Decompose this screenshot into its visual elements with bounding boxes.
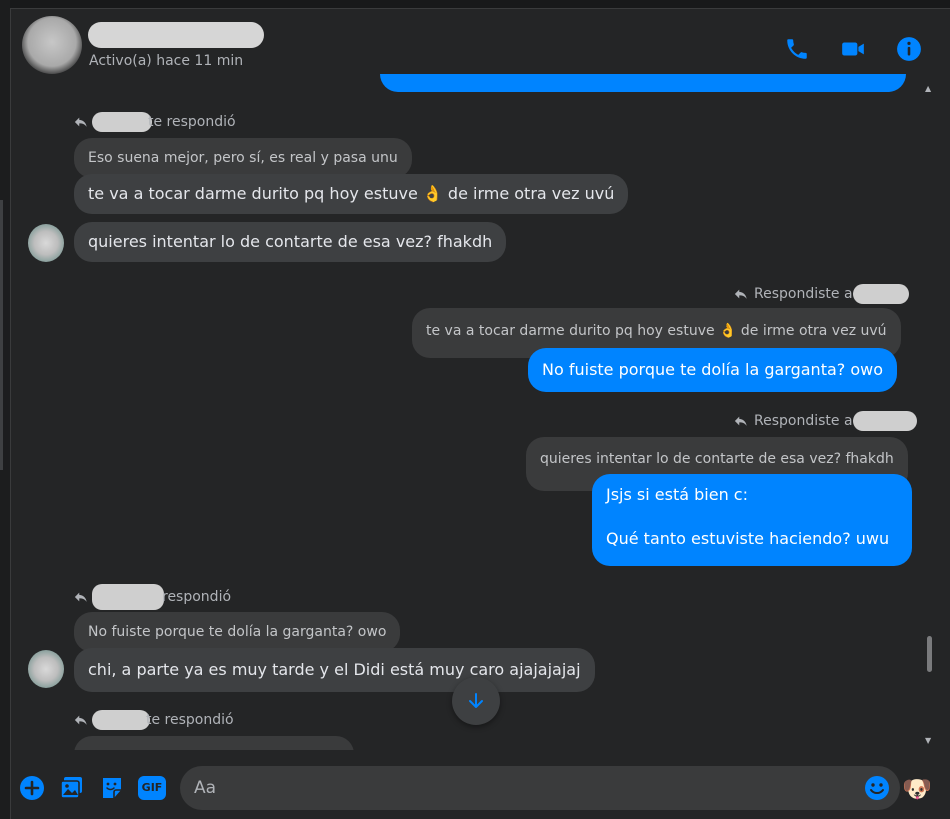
reply-arrow-icon (734, 289, 747, 299)
reply-indicator: te respondió (74, 112, 236, 132)
header-actions (784, 36, 922, 62)
scroll-down-arrow-icon[interactable]: ▼ (925, 736, 931, 745)
message-list: te respondió Eso suena mejor, pero sí, e… (10, 84, 934, 750)
gif-icon[interactable]: GIF (138, 776, 166, 800)
quoted-message-partial[interactable] (74, 736, 354, 750)
photo-icon[interactable] (58, 774, 86, 802)
contact-small-avatar[interactable] (28, 224, 64, 262)
emoji-icon[interactable] (864, 775, 890, 801)
name-redacted (92, 584, 164, 610)
reply-indicator: te respondió (74, 710, 234, 730)
info-icon[interactable] (896, 36, 922, 62)
video-icon[interactable] (840, 36, 866, 62)
reply-arrow-icon (734, 416, 747, 426)
incoming-message[interactable]: quieres intentar lo de contarte de esa v… (74, 222, 507, 262)
message-input[interactable] (180, 766, 820, 810)
left-scroll-track (0, 200, 3, 470)
quoted-message[interactable]: No fuiste porque te dolía la garganta? o… (74, 612, 401, 652)
dog-reaction-icon[interactable]: 🐶 (902, 774, 932, 804)
message-input-container (180, 766, 900, 810)
incoming-message[interactable]: chi, a parte ya es muy tarde y el Didi e… (74, 648, 595, 692)
scroll-up-arrow-icon[interactable]: ▲ (925, 84, 931, 93)
outgoing-message[interactable]: Jsjs si está bien c: Qué tanto estuviste… (592, 474, 912, 566)
name-redacted (852, 411, 917, 431)
message-scrollbar[interactable]: ▲ ▼ (924, 84, 934, 750)
active-status: Activo(a) hace 11 min (89, 53, 244, 69)
outgoing-message[interactable]: No fuiste porque te dolía la garganta? o… (528, 348, 898, 392)
arrow-down-icon (469, 693, 483, 708)
phone-icon[interactable] (784, 36, 810, 62)
name-redacted (852, 284, 909, 304)
sticker-icon[interactable] (98, 774, 126, 802)
reply-indicator: Respondiste a (734, 411, 917, 431)
name-redacted (92, 710, 150, 730)
composer-bar: GIF 🐶 (10, 760, 950, 819)
reply-arrow-icon (74, 117, 87, 127)
left-edge (0, 0, 10, 819)
plus-icon[interactable] (18, 774, 46, 802)
contact-small-avatar[interactable] (28, 650, 64, 688)
scroll-thumb[interactable] (927, 636, 932, 672)
contact-avatar[interactable] (22, 16, 82, 74)
reply-arrow-icon (74, 715, 87, 725)
reply-indicator: respondió (74, 584, 231, 610)
contact-name-redacted[interactable] (88, 22, 264, 48)
chat-header: Activo(a) hace 11 min (10, 8, 950, 84)
incoming-message[interactable]: te va a tocar darme durito pq hoy estuve… (74, 174, 629, 214)
message-line: Qué tanto estuviste haciendo? uwu (606, 529, 890, 548)
message-line: Jsjs si está bien c: (606, 485, 748, 504)
name-redacted (92, 112, 152, 132)
quoted-message[interactable]: Eso suena mejor, pero sí, es real y pasa… (74, 138, 412, 178)
scroll-to-bottom-button[interactable] (452, 677, 500, 725)
reply-arrow-icon (74, 592, 87, 602)
reply-indicator: Respondiste a (734, 284, 909, 304)
